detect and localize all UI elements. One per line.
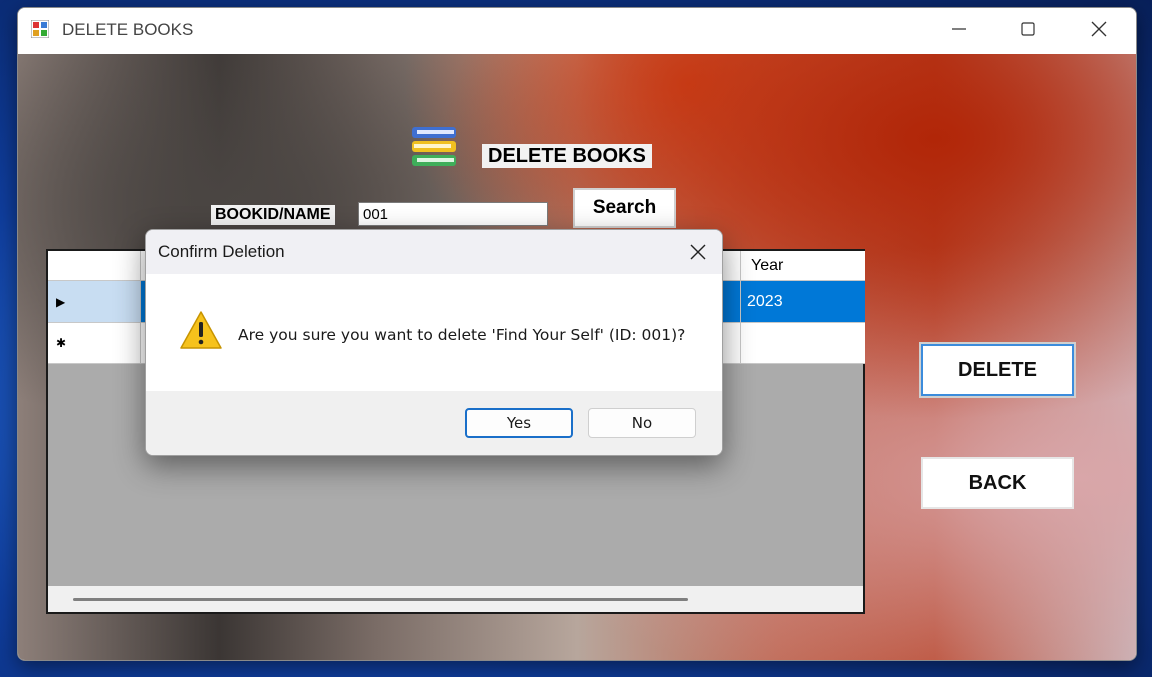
delete-button[interactable]: DELETE [921, 344, 1074, 396]
minimize-icon [952, 28, 966, 30]
confirm-dialog: Confirm Deletion Are you sure you want t… [145, 229, 723, 456]
minimize-button[interactable] [925, 8, 993, 50]
grid-header-year[interactable]: Year [741, 251, 865, 281]
dialog-message: Are you sure you want to delete 'Find Yo… [238, 326, 686, 344]
page-title: DELETE BOOKS [482, 144, 652, 168]
maximize-button[interactable] [994, 8, 1062, 50]
dialog-titlebar: Confirm Deletion [146, 230, 722, 274]
window-titlebar: DELETE BOOKS [18, 8, 1136, 54]
bookid-name-input[interactable] [358, 202, 548, 226]
dialog-body: Are you sure you want to delete 'Find Yo… [146, 274, 722, 391]
app-icon [31, 20, 49, 38]
year-cell[interactable] [741, 323, 865, 364]
scrollbar-thumb[interactable] [73, 598, 688, 601]
window-close-button[interactable] [1065, 8, 1133, 50]
new-row-header[interactable]: ✱ [48, 323, 141, 364]
close-icon [1091, 21, 1107, 37]
window-title: DELETE BOOKS [62, 20, 194, 39]
dialog-close-button[interactable] [682, 236, 714, 268]
grid-corner-header [48, 251, 141, 281]
warning-icon [180, 311, 222, 349]
dialog-title: Confirm Deletion [158, 242, 285, 261]
books-icon [412, 127, 456, 166]
bookid-name-label: BOOKID/NAME [211, 205, 335, 225]
search-button[interactable]: Search [573, 188, 676, 228]
no-button[interactable]: No [588, 408, 696, 438]
maximize-icon [1021, 22, 1035, 36]
horizontal-scrollbar[interactable] [48, 586, 863, 612]
close-icon [690, 244, 706, 260]
yes-button[interactable]: Yes [465, 408, 573, 438]
back-button[interactable]: BACK [921, 457, 1074, 509]
row-header[interactable]: ▶ [48, 281, 141, 323]
dialog-footer: Yes No [146, 391, 722, 455]
year-cell[interactable]: 2023 [741, 281, 865, 323]
